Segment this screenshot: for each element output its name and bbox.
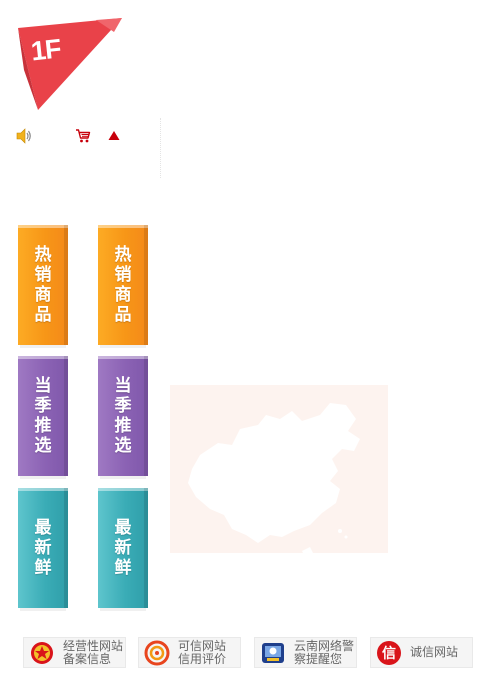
ribbon-char: 当 [34, 376, 52, 396]
trusted-site-badge[interactable]: 可信网站 信用评价 [138, 637, 241, 668]
china-map-icon [170, 385, 388, 565]
badge-line: 信用评价 [178, 651, 227, 666]
ribbon-char: 新 [114, 538, 132, 558]
badge-line: 诚信网站 [410, 645, 459, 659]
svg-text:信: 信 [382, 645, 396, 662]
ribbon-char: 推 [34, 416, 52, 436]
shopping-cart-icon[interactable] [75, 128, 91, 144]
ribbon-hot-products[interactable]: 热 销 商 品 [18, 225, 68, 348]
ribbon-seasonal-picks[interactable]: 当 季 推 选 [98, 356, 148, 479]
ribbon-char: 季 [114, 396, 132, 416]
floor-badge: 1F [18, 18, 122, 110]
ribbon-freshest[interactable]: 最 新 鲜 [18, 488, 68, 611]
ribbon-char: 最 [34, 518, 52, 538]
ribbon-char: 商 [34, 285, 52, 305]
divider [160, 118, 161, 178]
badge-line: 云南网络警 [294, 638, 355, 653]
ribbon-freshest[interactable]: 最 新 鲜 [98, 488, 148, 611]
trusted-site-icon [144, 640, 170, 665]
ribbon-char: 选 [34, 436, 52, 456]
up-arrow-icon[interactable] [106, 128, 122, 144]
ribbon-hot-products[interactable]: 热 销 商 品 [98, 225, 148, 348]
ribbon-seasonal-picks[interactable]: 当 季 推 选 [18, 356, 68, 479]
integrity-site-badge[interactable]: 信 诚信网站 [370, 637, 473, 668]
badge-line: 察提醒您 [294, 651, 343, 666]
speaker-icon[interactable] [16, 128, 32, 144]
badge-line: 经营性网站 [63, 638, 124, 653]
ribbon-char: 品 [34, 305, 52, 325]
ribbon-char: 当 [114, 376, 132, 396]
integrity-site-icon: 信 [377, 640, 401, 665]
cyber-police-badge[interactable]: 云南网络警 察提醒您 [254, 637, 357, 668]
badge-line: 可信网站 [178, 638, 227, 653]
floor-label: 1F [29, 33, 62, 67]
ribbon-char: 推 [114, 416, 132, 436]
ribbon-char: 最 [114, 518, 132, 538]
police-emblem-icon [31, 641, 53, 664]
ribbon-char: 鲜 [34, 558, 52, 578]
ribbon-char: 选 [114, 436, 132, 456]
ribbon-char: 鲜 [114, 558, 132, 578]
filing-info-badge[interactable]: 经营性网站 备案信息 [23, 637, 126, 668]
cyber-police-icon [262, 642, 284, 663]
ribbon-char: 销 [34, 265, 52, 285]
ribbon-char: 商 [114, 285, 132, 305]
ribbon-char: 品 [114, 305, 132, 325]
ribbon-char: 销 [114, 265, 132, 285]
ribbon-char: 新 [34, 538, 52, 558]
ribbon-char: 热 [114, 245, 132, 265]
badge-line: 备案信息 [63, 651, 112, 666]
ribbon-char: 热 [34, 245, 52, 265]
ribbon-char: 季 [34, 396, 52, 416]
